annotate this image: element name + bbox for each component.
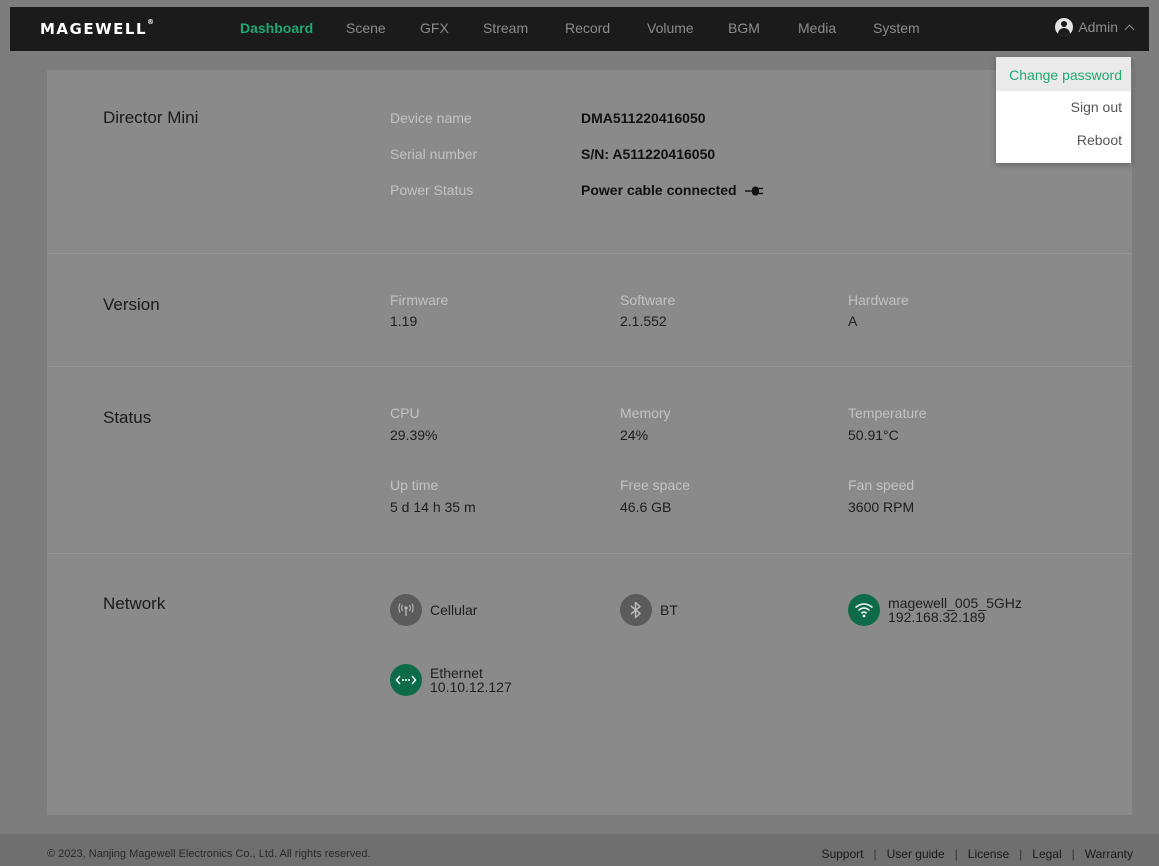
bt-label: BT bbox=[660, 602, 678, 618]
network-title: Network bbox=[103, 594, 166, 613]
device-section: Director Mini Device name DMA51122041605… bbox=[47, 70, 1132, 254]
nav-dashboard[interactable]: Dashboard bbox=[240, 20, 313, 36]
nav-volume[interactable]: Volume bbox=[647, 20, 694, 36]
cellular-label: Cellular bbox=[430, 602, 478, 618]
serial-number-value: S/N: A511220416050 bbox=[581, 146, 716, 162]
ethernet-info: Ethernet 10.10.12.127 bbox=[430, 666, 512, 694]
power-status-text: Power cable connected bbox=[581, 182, 737, 198]
logo-text: MAGEWELL bbox=[40, 20, 148, 38]
user-name: Admin bbox=[1078, 19, 1118, 35]
version-title: Version bbox=[103, 295, 160, 314]
menu-change-password[interactable]: Change password bbox=[996, 57, 1131, 91]
nav-bgm[interactable]: BGM bbox=[728, 20, 760, 36]
network-bt: BT bbox=[620, 594, 678, 626]
user-avatar-icon bbox=[1055, 18, 1074, 36]
power-plug-icon bbox=[744, 186, 763, 196]
user-dropdown-menu: Change password Sign out Reboot bbox=[996, 57, 1131, 163]
copyright-text: © 2023, Nanjing Magewell Electronics Co.… bbox=[47, 848, 371, 860]
free-space-value: 46.6 GB bbox=[620, 499, 672, 515]
footer: © 2023, Nanjing Magewell Electronics Co.… bbox=[0, 834, 1159, 866]
serial-number-label: Serial number bbox=[390, 146, 478, 162]
footer-separator: | bbox=[1019, 847, 1023, 861]
footer-link-user-guide[interactable]: User guide bbox=[887, 847, 945, 861]
network-wifi: magewell_005_5GHz 192.168.32.189 bbox=[848, 594, 1022, 626]
status-title: Status bbox=[103, 408, 152, 427]
user-menu-toggle[interactable]: Admin bbox=[1055, 18, 1135, 36]
nav-record[interactable]: Record bbox=[565, 20, 610, 36]
memory-label: Memory bbox=[620, 405, 671, 421]
software-label: Software bbox=[620, 292, 676, 308]
cpu-value: 29.39% bbox=[390, 427, 438, 443]
device-name-value: DMA511220416050 bbox=[581, 110, 706, 126]
nav-gfx[interactable]: GFX bbox=[420, 20, 449, 36]
wifi-info: magewell_005_5GHz 192.168.32.189 bbox=[888, 596, 1022, 624]
magewell-logo[interactable]: MAGEWELL® bbox=[40, 18, 155, 38]
menu-reboot[interactable]: Reboot bbox=[996, 124, 1131, 157]
menu-sign-out[interactable]: Sign out bbox=[996, 91, 1131, 124]
power-status-value: Power cable connected bbox=[581, 182, 765, 198]
uptime-label: Up time bbox=[390, 477, 439, 493]
network-section: Network Cellular BT magewell_005_5GHz 192… bbox=[47, 554, 1132, 814]
nav-system[interactable]: System bbox=[873, 20, 920, 36]
status-section: Status CPU 29.39% Memory 24% Temperature… bbox=[47, 367, 1132, 554]
footer-separator: | bbox=[954, 847, 958, 861]
version-section: Version Firmware 1.19 Software 2.1.552 H… bbox=[47, 254, 1132, 367]
footer-link-legal[interactable]: Legal bbox=[1032, 847, 1061, 861]
fan-speed-value: 3600 RPM bbox=[848, 499, 915, 515]
firmware-label: Firmware bbox=[390, 292, 449, 308]
footer-separator: | bbox=[1071, 847, 1075, 861]
footer-link-license[interactable]: License bbox=[968, 847, 1009, 861]
hardware-label: Hardware bbox=[848, 292, 909, 308]
uptime-value: 5 d 14 h 35 m bbox=[390, 499, 476, 515]
memory-value: 24% bbox=[620, 427, 649, 443]
nav-scene[interactable]: Scene bbox=[346, 20, 386, 36]
temperature-label: Temperature bbox=[848, 405, 927, 421]
device-name-label: Device name bbox=[390, 110, 472, 126]
ethernet-ip: 10.10.12.127 bbox=[430, 679, 512, 695]
cellular-antenna-icon bbox=[390, 594, 422, 626]
temperature-value: 50.91°C bbox=[848, 427, 899, 443]
top-navbar: MAGEWELL® Dashboard Scene GFX Stream Rec… bbox=[10, 7, 1149, 51]
firmware-value: 1.19 bbox=[390, 313, 418, 329]
power-status-label: Power Status bbox=[390, 182, 474, 198]
chevron-up-icon bbox=[1124, 24, 1135, 35]
free-space-label: Free space bbox=[620, 477, 691, 493]
software-value: 2.1.552 bbox=[620, 313, 667, 329]
fan-speed-label: Fan speed bbox=[848, 477, 915, 493]
network-cellular: Cellular bbox=[390, 594, 477, 626]
footer-separator: | bbox=[873, 847, 877, 861]
hardware-value: A bbox=[848, 313, 858, 329]
dashboard-card: Director Mini Device name DMA51122041605… bbox=[47, 70, 1132, 815]
nav-stream[interactable]: Stream bbox=[483, 20, 528, 36]
network-ethernet: Ethernet 10.10.12.127 bbox=[390, 664, 512, 696]
footer-link-warranty[interactable]: Warranty bbox=[1085, 847, 1133, 861]
wifi-icon bbox=[848, 594, 880, 626]
footer-links: Support | User guide | License | Legal |… bbox=[821, 847, 1133, 861]
ethernet-icon bbox=[390, 664, 422, 696]
cpu-label: CPU bbox=[390, 405, 420, 421]
footer-link-support[interactable]: Support bbox=[821, 847, 863, 861]
nav-media[interactable]: Media bbox=[798, 20, 836, 36]
device-title: Director Mini bbox=[103, 108, 199, 127]
bluetooth-icon bbox=[620, 594, 652, 626]
wifi-ip: 192.168.32.189 bbox=[888, 609, 986, 625]
logo-registered-mark: ® bbox=[147, 18, 155, 26]
